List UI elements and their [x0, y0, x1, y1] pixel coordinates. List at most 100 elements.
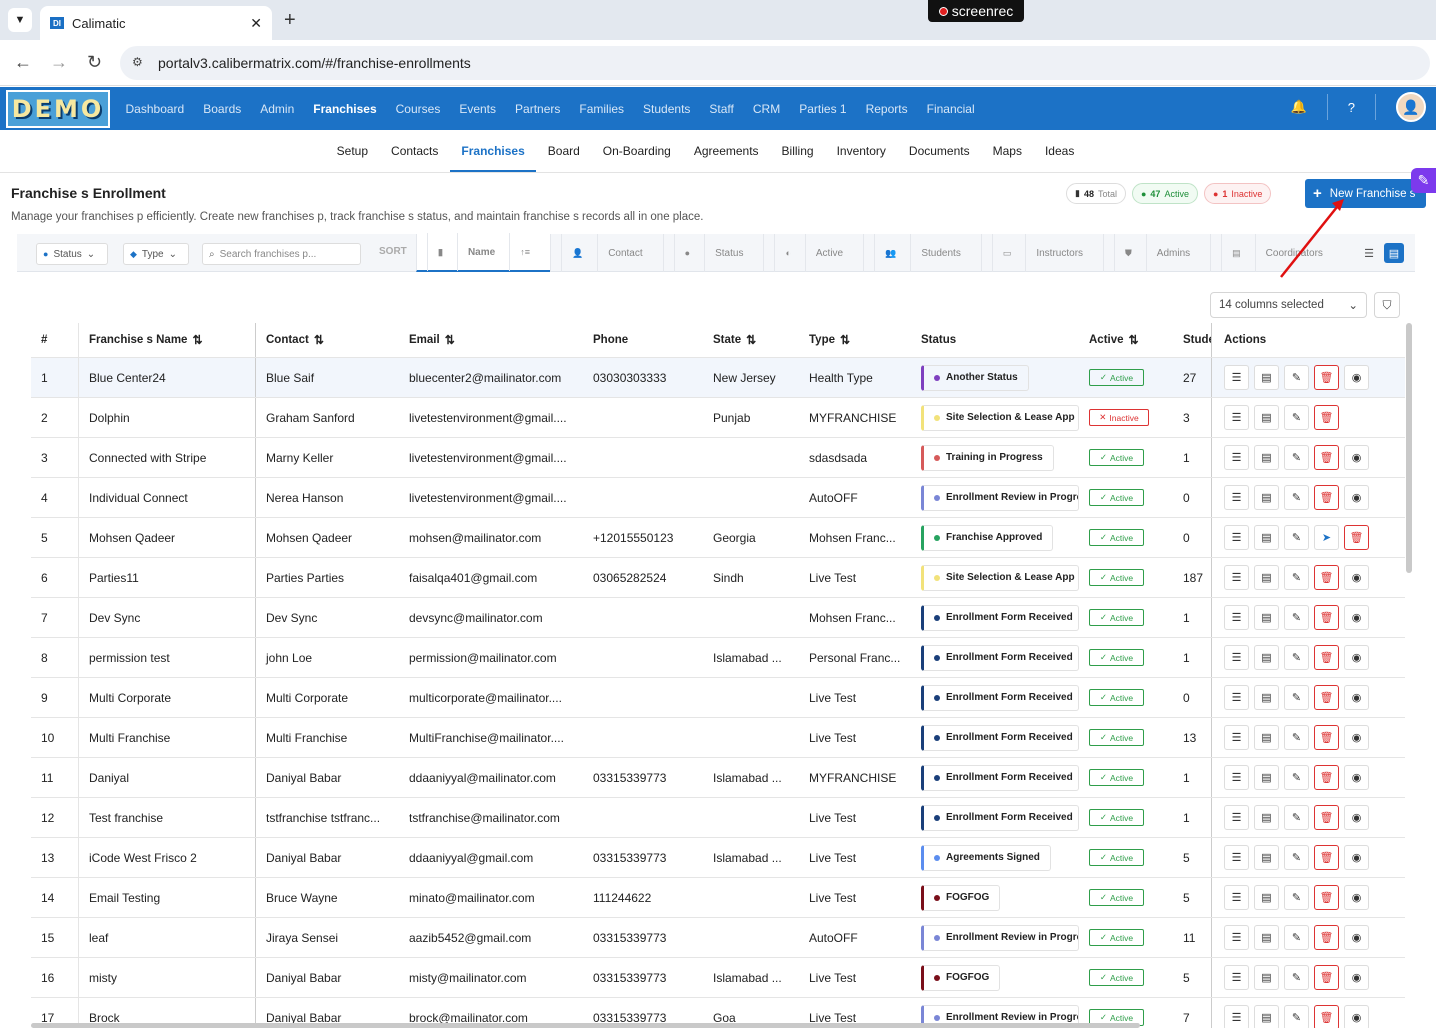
edit-button[interactable]: ✎ [1284, 1005, 1309, 1028]
edit-button[interactable]: ✎ [1284, 845, 1309, 870]
settings-button[interactable]: ☰ [1224, 485, 1249, 510]
list-button[interactable]: ▤ [1254, 565, 1279, 590]
view-button[interactable]: ◉ [1344, 765, 1369, 790]
main-nav-item-students[interactable]: Students [634, 102, 700, 116]
view-button[interactable]: ◉ [1344, 645, 1369, 670]
list-button[interactable]: ▤ [1254, 685, 1279, 710]
edit-button[interactable]: ✎ [1284, 765, 1309, 790]
delete-button[interactable]: 🗑 [1314, 565, 1339, 590]
list-button[interactable]: ▤ [1254, 805, 1279, 830]
main-nav-item-boards[interactable]: Boards [194, 102, 251, 116]
view-button[interactable]: ◉ [1344, 365, 1369, 390]
main-nav-item-partners[interactable]: Partners [506, 102, 570, 116]
list-button[interactable]: ▤ [1254, 645, 1279, 670]
settings-button[interactable]: ☰ [1224, 365, 1249, 390]
table-row[interactable]: 15 leaf Jiraya Sensei aazib5452@gmail.com 03… [31, 918, 1405, 958]
table-row[interactable]: 1 Blue Center24 Blue Saif bluecenter2@maili… [31, 358, 1405, 398]
delete-button[interactable]: 🗑 [1314, 445, 1339, 470]
main-nav-item-events[interactable]: Events [450, 102, 506, 116]
list-button[interactable]: ▤ [1254, 605, 1279, 630]
table-row[interactable]: 7 Dev Sync Dev Sync devsync@mailinator.com M… [31, 598, 1405, 638]
sort-toggle-icon[interactable]: ⇅ [840, 333, 850, 347]
type-filter[interactable]: ◆ Type ⌄ [123, 243, 189, 265]
sub-nav-item-setup[interactable]: Setup [325, 130, 379, 172]
filter-button[interactable]: ⛉ [1374, 292, 1400, 318]
settings-button[interactable]: ☰ [1224, 885, 1249, 910]
column-header[interactable]: Email ⇅ [399, 323, 583, 357]
main-nav-item-crm[interactable]: CRM [743, 102, 789, 116]
sort-option-contact[interactable]: 👤 Contact [549, 234, 663, 272]
edit-button[interactable]: ✎ [1284, 645, 1309, 670]
delete-button[interactable]: 🗑 [1314, 765, 1339, 790]
delete-button[interactable]: 🗑 [1314, 845, 1339, 870]
settings-button[interactable]: ☰ [1224, 925, 1249, 950]
sort-option-status[interactable]: ● Status [662, 234, 764, 272]
table-row[interactable]: 14 Email Testing Bruce Wayne minato@mailina… [31, 878, 1405, 918]
back-arrow-icon[interactable]: ← [14, 52, 32, 73]
delete-button[interactable]: 🗑 [1344, 525, 1369, 550]
view-button[interactable]: ◉ [1344, 925, 1369, 950]
status-filter[interactable]: ● Status ⌄ [36, 243, 108, 265]
table-row[interactable]: 5 Mohsen Qadeer Mohsen Qadeer mohsen@mailin… [31, 518, 1405, 558]
main-nav-item-courses[interactable]: Courses [386, 102, 450, 116]
view-button[interactable]: ◉ [1344, 845, 1369, 870]
main-nav-item-staff[interactable]: Staff [700, 102, 743, 116]
settings-button[interactable]: ☰ [1224, 805, 1249, 830]
list-button[interactable]: ▤ [1254, 925, 1279, 950]
sub-nav-item-contacts[interactable]: Contacts [380, 130, 450, 172]
edit-button[interactable]: ✎ [1284, 725, 1309, 750]
table-row[interactable]: 3 Connected with Stripe Marny Keller livete… [31, 438, 1405, 478]
delete-button[interactable]: 🗑 [1314, 365, 1339, 390]
sub-nav-item-ideas[interactable]: Ideas [1033, 130, 1085, 172]
settings-button[interactable]: ☰ [1224, 565, 1249, 590]
delete-button[interactable]: 🗑 [1314, 725, 1339, 750]
edit-button[interactable]: ✎ [1284, 965, 1309, 990]
table-row[interactable]: 12 Test franchise tstfranchise tstfranc...… [31, 798, 1405, 838]
view-button[interactable]: ◉ [1344, 685, 1369, 710]
list-view-button[interactable]: ☰ [1359, 243, 1379, 263]
sort-toggle-icon[interactable]: ⇅ [192, 333, 202, 347]
list-button[interactable]: ▤ [1254, 965, 1279, 990]
view-button[interactable]: ◉ [1344, 885, 1369, 910]
table-row[interactable]: 9 Multi Corporate Multi Corporate multicorp… [31, 678, 1405, 718]
edit-button[interactable]: ✎ [1284, 565, 1309, 590]
new-tab-button[interactable]: + [284, 9, 296, 32]
send-button[interactable]: ➤ [1314, 525, 1339, 550]
settings-button[interactable]: ☰ [1224, 965, 1249, 990]
edit-button[interactable]: ✎ [1284, 605, 1309, 630]
columns-select[interactable]: 14 columns selected ⌄ [1210, 292, 1367, 318]
delete-button[interactable]: 🗑 [1314, 605, 1339, 630]
sub-nav-item-on-boarding[interactable]: On-Boarding [591, 130, 682, 172]
main-nav-item-reports[interactable]: Reports [856, 102, 917, 116]
list-button[interactable]: ▤ [1254, 1005, 1279, 1028]
logo[interactable]: DEMO [6, 90, 110, 128]
list-button[interactable]: ▤ [1254, 365, 1279, 390]
main-nav-item-families[interactable]: Families [570, 102, 634, 116]
view-button[interactable]: ◉ [1344, 805, 1369, 830]
sort-option-instructors[interactable]: ▭ Instructors [980, 234, 1103, 272]
table-row[interactable]: 10 Multi Franchise Multi Franchise MultiFra… [31, 718, 1405, 758]
new-franchise-button[interactable]: + New Franchise s [1305, 179, 1426, 208]
list-button[interactable]: ▤ [1254, 485, 1279, 510]
edit-button[interactable]: ✎ [1284, 445, 1309, 470]
table-row[interactable]: 11 Daniyal Daniyal Babar ddaaniyyal@mailina… [31, 758, 1405, 798]
sort-option-active[interactable]: ◐ Active [763, 234, 863, 272]
edit-button[interactable]: ✎ [1284, 885, 1309, 910]
edit-button[interactable]: ✎ [1284, 485, 1309, 510]
close-icon[interactable]: ✕ [250, 15, 262, 32]
table-row[interactable]: 6 Parties11 Parties Parties faisalqa401@gma… [31, 558, 1405, 598]
view-button[interactable]: ◉ [1344, 445, 1369, 470]
sub-nav-item-maps[interactable]: Maps [981, 130, 1033, 172]
sub-nav-item-agreements[interactable]: Agreements [682, 130, 770, 172]
sort-toggle-icon[interactable]: ⇅ [1129, 333, 1139, 347]
sort-toggle-icon[interactable]: ⇅ [746, 333, 756, 347]
view-button[interactable]: ◉ [1344, 965, 1369, 990]
list-button[interactable]: ▤ [1254, 765, 1279, 790]
view-button[interactable]: ◉ [1344, 1005, 1369, 1028]
sub-nav-item-franchises[interactable]: Franchises [449, 130, 537, 172]
table-row[interactable]: 4 Individual Connect Nerea Hanson liveteste… [31, 478, 1405, 518]
delete-button[interactable]: 🗑 [1314, 885, 1339, 910]
settings-button[interactable]: ☰ [1224, 525, 1249, 550]
url-field[interactable]: ⚙ portalv3.calibermatrix.com/#/franchise… [120, 46, 1430, 80]
sort-option-name[interactable]: ▮ Name ↑≡ [416, 233, 550, 272]
